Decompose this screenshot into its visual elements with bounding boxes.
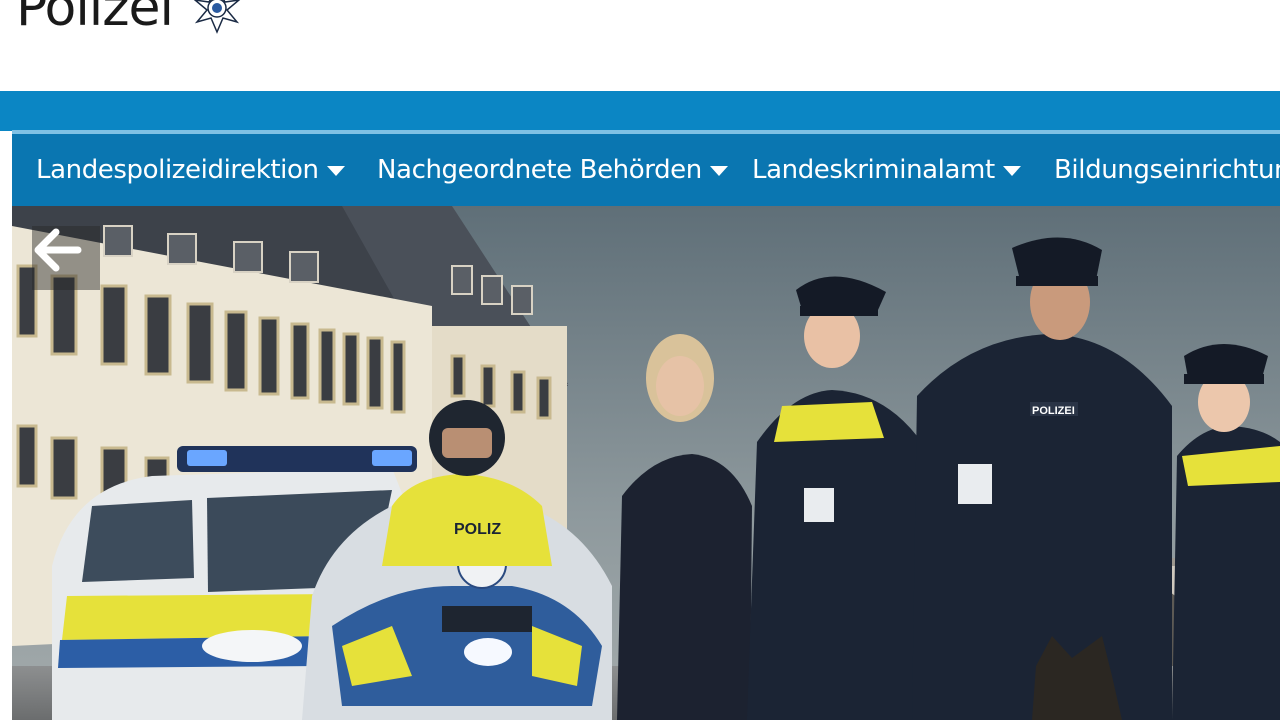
nav-item-nachgeordnete-behoerden[interactable]: Nachgeordnete Behörden <box>377 134 728 206</box>
carousel-prev-button[interactable] <box>32 226 100 290</box>
caret-down-icon <box>326 166 345 176</box>
police-star-icon[interactable] <box>178 0 256 38</box>
bike-label: POLIZ <box>454 521 501 538</box>
hero-image: POLIZ POLIZEI <box>12 206 1280 720</box>
nav-item-bildungseinrichtung[interactable]: Bildungseinrichtung <box>1054 134 1280 206</box>
nav-item-label: Landespolizeidirektion <box>36 155 319 185</box>
logo-text[interactable]: Polizei <box>16 0 174 38</box>
caret-down-icon <box>709 166 728 176</box>
uniform-label: POLIZEI <box>1032 405 1075 417</box>
hero-slider: POLIZ POLIZEI <box>12 206 1280 720</box>
nav-item-label: Nachgeordnete Behörden <box>377 155 702 185</box>
arrow-left-icon <box>34 228 82 272</box>
nav-item-label: Landeskriminalamt <box>752 155 995 185</box>
nav-item-label: Bildungseinrichtung <box>1054 155 1280 185</box>
top-blue-bar <box>0 91 1280 131</box>
site-header: Polizei <box>0 0 1280 91</box>
caret-down-icon <box>1002 166 1021 176</box>
nav-item-landespolizeidirektion[interactable]: Landespolizeidirektion <box>36 134 345 206</box>
nav-item-landeskriminalamt[interactable]: Landeskriminalamt <box>752 134 1021 206</box>
main-navigation: Landespolizeidirektion Nachgeordnete Beh… <box>12 134 1280 206</box>
